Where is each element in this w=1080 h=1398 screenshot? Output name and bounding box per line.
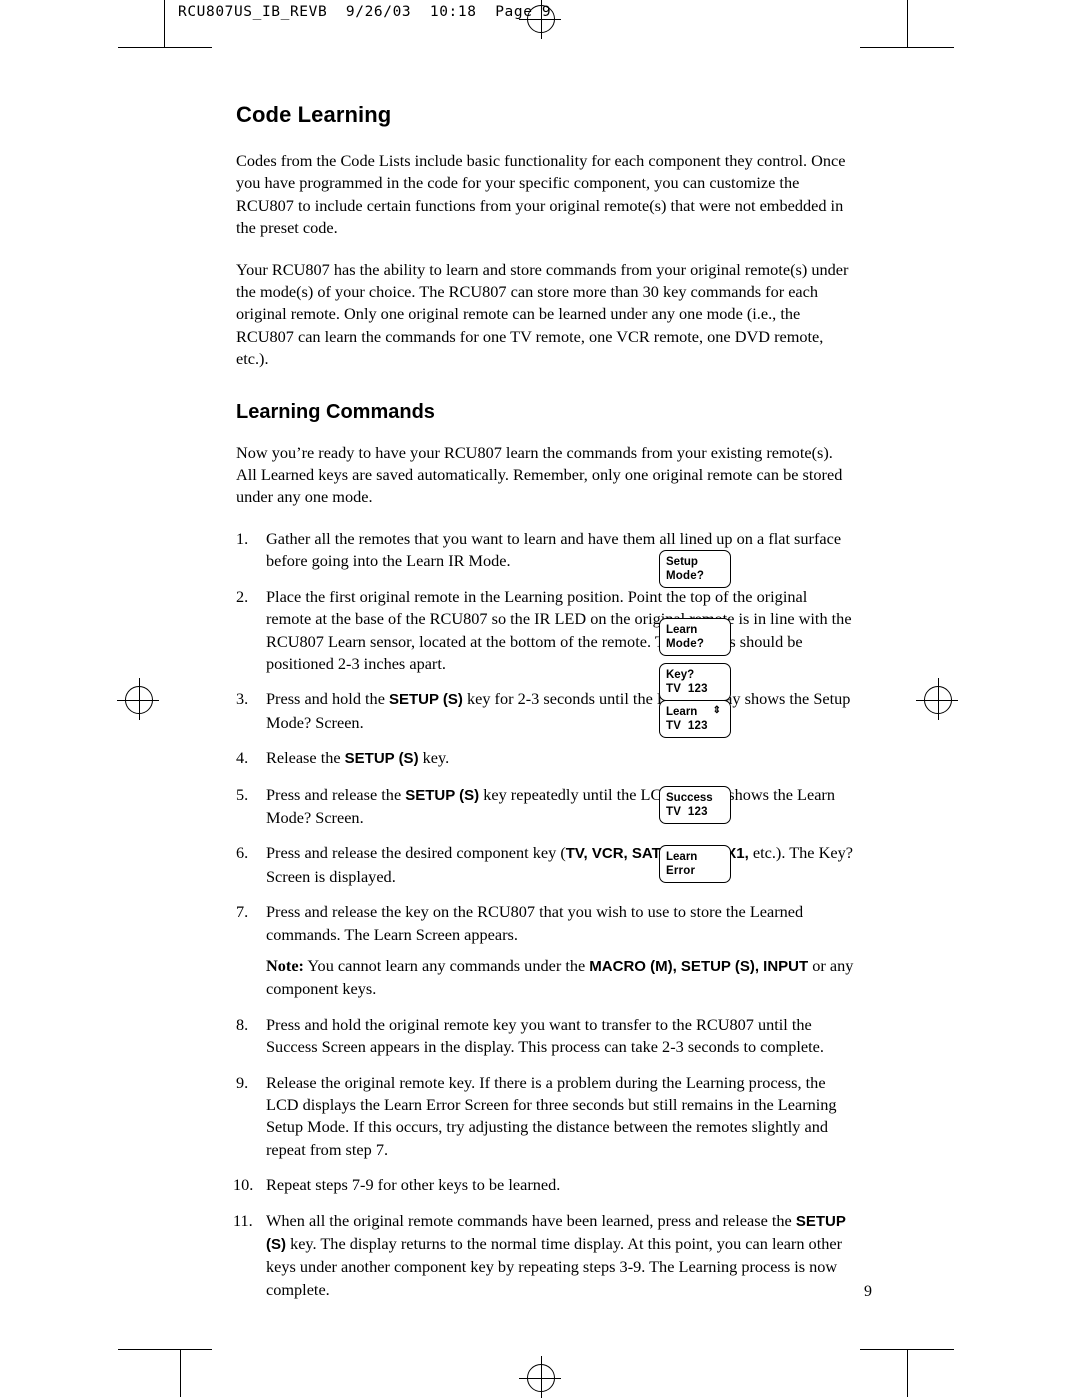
lcd-line-1-text: Learn — [666, 706, 698, 718]
step-text: Release the original remote key. If ther… — [266, 1072, 837, 1159]
lcd-screen-setup-mode: Setup Mode? — [659, 550, 731, 588]
step-text-pre: Press and release the — [266, 784, 406, 804]
lcd-line-2: TV 123 — [666, 683, 708, 695]
crop-mark-left-top-horizontal — [118, 47, 212, 48]
crop-mark-right-top-horizontal — [860, 47, 954, 48]
list-item-step-4: 4. Release the SETUP (S) key. — [236, 747, 856, 770]
step-text-pre: When all the original remote commands ha… — [266, 1210, 796, 1230]
lcd-line-1: Key? — [666, 669, 695, 681]
step-number: 11. — [233, 1210, 253, 1230]
note-block: Note: You cannot learn any commands unde… — [266, 955, 856, 1001]
note-bold-keys: MACRO (M), SETUP (S), INPUT — [589, 957, 809, 975]
lcd-screen-learn-mode: Learn Mode? — [659, 618, 731, 656]
step-number: 10. — [233, 1175, 254, 1195]
intro-paragraph-2: Your RCU807 has the ability to learn and… — [236, 259, 849, 369]
step-text-pre: Release the — [266, 748, 345, 768]
lcd-screen-learn-error: Learn Error — [659, 845, 731, 883]
key-label-setup: SETUP (S) — [344, 750, 419, 768]
list-item-step-7: 7. Press and release the key on the RCU80… — [236, 901, 856, 1001]
step-number: 3. — [236, 689, 249, 709]
step-number: 7. — [236, 902, 249, 922]
lcd-line-2: Mode? — [666, 570, 705, 582]
list-item-step-11: 11. When all the original remote commands… — [233, 1210, 856, 1302]
step-number: 4. — [236, 748, 249, 768]
lcd-line-2: Error — [666, 865, 696, 877]
crop-mark-top-right-vertical — [907, 0, 908, 48]
list-item-step-5: 5. Press and release the SETUP (S) key re… — [236, 784, 856, 830]
lcd-line-1: Learn — [666, 851, 698, 863]
subsection-title: Learning Commands — [236, 400, 435, 423]
lcd-line-2: TV 123 — [666, 806, 708, 818]
lcd-line-2: TV 123 — [666, 720, 708, 732]
crop-mark-left-bottom-horizontal — [118, 1349, 212, 1350]
page-number: 9 — [864, 1283, 872, 1300]
step-text: Press and hold the original remote key y… — [266, 1014, 824, 1057]
subsection-intro: Now you’re ready to have your RCU807 lea… — [236, 442, 843, 507]
list-item-step-2: 2. Place the first original remote in the… — [236, 586, 856, 676]
crop-mark-top-left-vertical — [164, 0, 165, 48]
list-item-step-9: 9. Release the original remote key. If th… — [236, 1072, 856, 1162]
steps-list: 1. Gather all the remotes that you want t… — [233, 528, 856, 1302]
step-number: 2. — [236, 586, 249, 606]
step-number: 1. — [236, 528, 249, 548]
lcd-line-1: ⇕ Learn — [666, 705, 725, 719]
list-item-step-6: 6. Press and release the desired componen… — [236, 842, 856, 888]
lcd-line-1: Learn — [666, 624, 698, 636]
step-text-pre: Press and release the desired component … — [266, 843, 566, 863]
step-number: 9. — [236, 1072, 249, 1092]
list-item-step-1: 1. Gather all the remotes that you want t… — [236, 528, 856, 573]
registration-mark-left — [117, 678, 159, 720]
step-number: 5. — [236, 784, 249, 804]
registration-mark-bottom — [519, 1356, 561, 1398]
note-text: You cannot learn any commands under the — [303, 955, 590, 975]
registration-mark-right — [916, 678, 958, 720]
list-item-step-3: 3. Press and hold the SETUP (S) key for 2… — [236, 688, 856, 734]
key-label-setup: SETUP (S) — [405, 786, 480, 804]
updown-arrow-icon: ⇕ — [712, 705, 721, 716]
page-slug: RCU807US_IB_REVB 9/26/03 10:18 Page 9 — [178, 4, 552, 20]
list-item-step-8: 8. Press and hold the original remote key… — [236, 1014, 856, 1059]
step-text: Repeat steps 7-9 for other keys to be le… — [266, 1175, 561, 1195]
step-text: Press and release the key on the RCU807 … — [266, 902, 804, 944]
crop-mark-bottom-right-vertical — [907, 1349, 908, 1397]
crop-mark-bottom-left-vertical — [180, 1349, 181, 1397]
key-label-setup: SETUP (S) — [389, 691, 463, 709]
step-text-post: key. The display returns to the normal t… — [266, 1234, 843, 1299]
lcd-screen-learn: ⇕ Learn TV 123 — [659, 700, 731, 738]
lcd-line-1: Success — [666, 792, 713, 804]
step-text-post: key. — [418, 748, 450, 768]
step-number: 8. — [236, 1014, 249, 1034]
step-text: Place the first original remote in the L… — [266, 586, 852, 673]
step-number: 6. — [236, 843, 249, 863]
page-title: Code Learning — [236, 102, 392, 127]
step-text: Gather all the remotes that you want to … — [266, 528, 842, 571]
note-label: Note: — [266, 955, 304, 975]
page-content: Code Learning Codes from the Code Lists … — [233, 102, 856, 1314]
lcd-screen-success: Success TV 123 — [659, 786, 731, 824]
lcd-screen-key: Key? TV 123 — [659, 663, 731, 701]
step-text-pre: Press and hold the — [266, 689, 389, 709]
intro-paragraph-1: Codes from the Code Lists include basic … — [236, 151, 846, 238]
lcd-line-2: Mode? — [666, 638, 705, 650]
list-item-step-10: 10. Repeat steps 7-9 for other keys to be… — [233, 1174, 856, 1196]
lcd-line-1: Setup — [666, 556, 698, 568]
